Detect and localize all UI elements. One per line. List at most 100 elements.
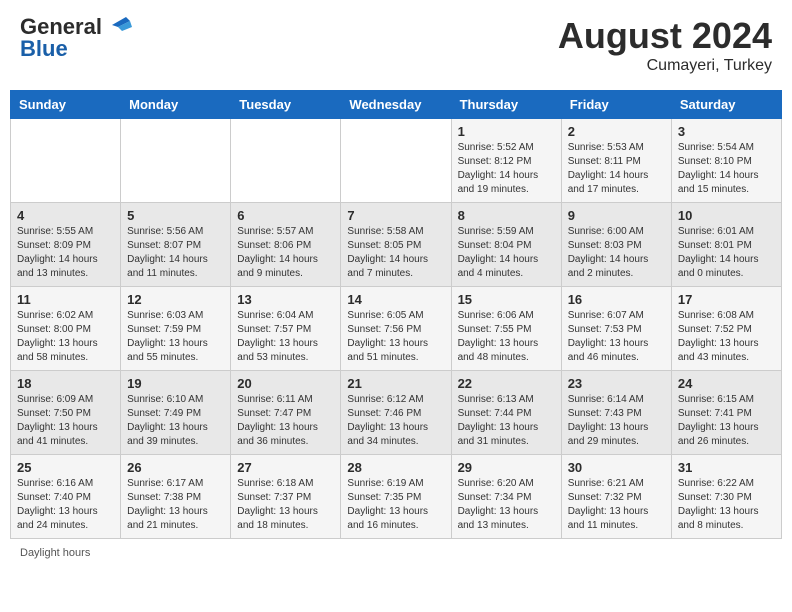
day-number: 27: [237, 460, 334, 475]
day-info: Sunrise: 6:16 AM Sunset: 7:40 PM Dayligh…: [17, 477, 114, 533]
day-number: 3: [678, 124, 775, 139]
calendar-week-1: 1 Sunrise: 5:52 AM Sunset: 8:12 PM Daylig…: [11, 119, 782, 203]
table-row: 4 Sunrise: 5:55 AM Sunset: 8:09 PM Daylig…: [11, 203, 121, 287]
logo-text-blue: Blue: [20, 37, 134, 61]
day-number: 11: [17, 292, 114, 307]
table-row: 2Sunrise: 5:53 AM Sunset: 8:11 PM Daylig…: [561, 119, 671, 203]
day-number: 15: [458, 292, 555, 307]
table-row: [121, 119, 231, 203]
day-info: Sunrise: 6:07 AM Sunset: 7:53 PM Dayligh…: [568, 309, 665, 365]
header-tuesday: Tuesday: [231, 91, 341, 119]
calendar-week-4: 18 Sunrise: 6:09 AM Sunset: 7:50 PM Dayli…: [11, 371, 782, 455]
table-row: 9Sunrise: 6:00 AM Sunset: 8:03 PM Daylig…: [561, 203, 671, 287]
day-info: Sunrise: 5:58 AM Sunset: 8:05 PM Dayligh…: [347, 225, 444, 281]
day-number: 5: [127, 208, 224, 223]
day-number: 24: [678, 376, 775, 391]
day-info: Sunrise: 6:13 AM Sunset: 7:44 PM Dayligh…: [458, 393, 555, 449]
table-row: 11 Sunrise: 6:02 AM Sunset: 8:00 PM Dayli…: [11, 287, 121, 371]
day-info: Sunrise: 6:11 AM Sunset: 7:47 PM Dayligh…: [237, 393, 334, 449]
table-row: 27 Sunrise: 6:18 AM Sunset: 7:37 PM Dayli…: [231, 455, 341, 539]
day-info: Sunrise: 6:18 AM Sunset: 7:37 PM Dayligh…: [237, 477, 334, 533]
table-row: 15 Sunrise: 6:06 AM Sunset: 7:55 PM Dayli…: [451, 287, 561, 371]
table-row: 25 Sunrise: 6:16 AM Sunset: 7:40 PM Dayli…: [11, 455, 121, 539]
day-number: 30: [568, 460, 665, 475]
day-info: Sunrise: 6:14 AM Sunset: 7:43 PM Dayligh…: [568, 393, 665, 449]
calendar-week-2: 4 Sunrise: 5:55 AM Sunset: 8:09 PM Daylig…: [11, 203, 782, 287]
table-row: 12 Sunrise: 6:03 AM Sunset: 7:59 PM Dayli…: [121, 287, 231, 371]
day-info: Sunrise: 6:17 AM Sunset: 7:38 PM Dayligh…: [127, 477, 224, 533]
day-number: 31: [678, 460, 775, 475]
day-number: 17: [678, 292, 775, 307]
day-info: Sunrise: 6:04 AM Sunset: 7:57 PM Dayligh…: [237, 309, 334, 365]
title-section: August 2024 Cumayeri, Turkey: [558, 15, 772, 75]
day-number: 10: [678, 208, 775, 223]
day-number: 1: [458, 124, 555, 139]
day-info: Sunrise: 6:21 AM Sunset: 7:32 PM Dayligh…: [568, 477, 665, 533]
table-row: 17Sunrise: 6:08 AM Sunset: 7:52 PM Dayli…: [671, 287, 781, 371]
table-row: 21 Sunrise: 6:12 AM Sunset: 7:46 PM Dayli…: [341, 371, 451, 455]
table-row: 7 Sunrise: 5:58 AM Sunset: 8:05 PM Daylig…: [341, 203, 451, 287]
day-info: Sunrise: 6:10 AM Sunset: 7:49 PM Dayligh…: [127, 393, 224, 449]
day-info: Sunrise: 6:01 AM Sunset: 8:01 PM Dayligh…: [678, 225, 775, 281]
table-row: 29 Sunrise: 6:20 AM Sunset: 7:34 PM Dayli…: [451, 455, 561, 539]
table-row: 24Sunrise: 6:15 AM Sunset: 7:41 PM Dayli…: [671, 371, 781, 455]
day-number: 7: [347, 208, 444, 223]
table-row: 26 Sunrise: 6:17 AM Sunset: 7:38 PM Dayli…: [121, 455, 231, 539]
table-row: 19 Sunrise: 6:10 AM Sunset: 7:49 PM Dayli…: [121, 371, 231, 455]
page-header: General Blue August 2024 Cumayeri, Turke…: [10, 10, 782, 80]
logo: General Blue: [20, 15, 134, 61]
day-number: 22: [458, 376, 555, 391]
day-info: Sunrise: 6:22 AM Sunset: 7:30 PM Dayligh…: [678, 477, 775, 533]
day-number: 13: [237, 292, 334, 307]
day-number: 21: [347, 376, 444, 391]
day-number: 20: [237, 376, 334, 391]
day-info: Sunrise: 6:09 AM Sunset: 7:50 PM Dayligh…: [17, 393, 114, 449]
table-row: 23Sunrise: 6:14 AM Sunset: 7:43 PM Dayli…: [561, 371, 671, 455]
day-number: 4: [17, 208, 114, 223]
table-row: [11, 119, 121, 203]
table-row: [231, 119, 341, 203]
table-row: 22 Sunrise: 6:13 AM Sunset: 7:44 PM Dayli…: [451, 371, 561, 455]
table-row: 14Sunrise: 6:05 AM Sunset: 7:56 PM Dayli…: [341, 287, 451, 371]
day-info: Sunrise: 6:20 AM Sunset: 7:34 PM Dayligh…: [458, 477, 555, 533]
table-row: 8 Sunrise: 5:59 AM Sunset: 8:04 PM Daylig…: [451, 203, 561, 287]
day-info: Sunrise: 6:19 AM Sunset: 7:35 PM Dayligh…: [347, 477, 444, 533]
day-number: 26: [127, 460, 224, 475]
day-info: Sunrise: 6:00 AM Sunset: 8:03 PM Dayligh…: [568, 225, 665, 281]
calendar-table: Sunday Monday Tuesday Wednesday Thursday…: [10, 90, 782, 539]
day-number: 12: [127, 292, 224, 307]
calendar-header-row: Sunday Monday Tuesday Wednesday Thursday…: [11, 91, 782, 119]
day-number: 8: [458, 208, 555, 223]
table-row: 20 Sunrise: 6:11 AM Sunset: 7:47 PM Dayli…: [231, 371, 341, 455]
calendar-week-5: 25 Sunrise: 6:16 AM Sunset: 7:40 PM Dayli…: [11, 455, 782, 539]
day-info: Sunrise: 6:12 AM Sunset: 7:46 PM Dayligh…: [347, 393, 444, 449]
day-number: 29: [458, 460, 555, 475]
day-number: 19: [127, 376, 224, 391]
day-info: Sunrise: 6:06 AM Sunset: 7:55 PM Dayligh…: [458, 309, 555, 365]
day-info: Sunrise: 6:05 AM Sunset: 7:56 PM Dayligh…: [347, 309, 444, 365]
table-row: 31 Sunrise: 6:22 AM Sunset: 7:30 PM Dayli…: [671, 455, 781, 539]
table-row: 6Sunrise: 5:57 AM Sunset: 8:06 PM Daylig…: [231, 203, 341, 287]
header-wednesday: Wednesday: [341, 91, 451, 119]
day-number: 25: [17, 460, 114, 475]
table-row: 16Sunrise: 6:07 AM Sunset: 7:53 PM Dayli…: [561, 287, 671, 371]
day-number: 18: [17, 376, 114, 391]
calendar-week-3: 11 Sunrise: 6:02 AM Sunset: 8:00 PM Dayli…: [11, 287, 782, 371]
logo-bird-icon: [104, 11, 134, 39]
day-info: Sunrise: 5:52 AM Sunset: 8:12 PM Dayligh…: [458, 141, 555, 197]
location-subtitle: Cumayeri, Turkey: [558, 57, 772, 75]
header-friday: Friday: [561, 91, 671, 119]
table-row: 18 Sunrise: 6:09 AM Sunset: 7:50 PM Dayli…: [11, 371, 121, 455]
day-info: Sunrise: 5:57 AM Sunset: 8:06 PM Dayligh…: [237, 225, 334, 281]
day-info: Sunrise: 5:55 AM Sunset: 8:09 PM Dayligh…: [17, 225, 114, 281]
month-year-title: August 2024: [558, 15, 772, 57]
day-info: Sunrise: 6:03 AM Sunset: 7:59 PM Dayligh…: [127, 309, 224, 365]
table-row: 30 Sunrise: 6:21 AM Sunset: 7:32 PM Dayli…: [561, 455, 671, 539]
day-info: Sunrise: 5:53 AM Sunset: 8:11 PM Dayligh…: [568, 141, 665, 197]
table-row: 3Sunrise: 5:54 AM Sunset: 8:10 PM Daylig…: [671, 119, 781, 203]
day-info: Sunrise: 6:02 AM Sunset: 8:00 PM Dayligh…: [17, 309, 114, 365]
day-info: Sunrise: 5:59 AM Sunset: 8:04 PM Dayligh…: [458, 225, 555, 281]
footer: Daylight hours: [10, 547, 782, 559]
table-row: 28Sunrise: 6:19 AM Sunset: 7:35 PM Dayli…: [341, 455, 451, 539]
header-thursday: Thursday: [451, 91, 561, 119]
